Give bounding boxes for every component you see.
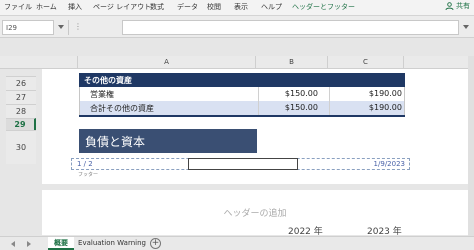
footer-center-section[interactable] [188,158,298,170]
tab-home[interactable]: ホーム [36,2,57,12]
vertical-scrollbar[interactable] [468,56,474,236]
tab-help[interactable]: ヘルプ [261,2,282,12]
table-bottom-border [79,115,405,117]
value-2023: $190.00 [368,89,402,98]
row-header-30[interactable]: 30 [6,130,36,164]
name-box-dropdown-icon[interactable] [58,25,64,29]
value-2022: $150.00 [284,89,318,98]
cancel-icon[interactable]: ⋮ [74,22,86,31]
cell-divider [329,87,330,101]
tab-insert[interactable]: 挿入 [68,2,82,12]
table-header-other-assets[interactable]: その他の資産 [79,73,405,87]
column-header-b[interactable]: B [256,56,328,69]
name-box[interactable]: I29 [2,20,54,35]
footer-label: フッター [78,172,99,178]
sheet-tab-bar: 概要 Evaluation Warning + [0,236,474,250]
row-label: 営業権 [90,90,114,99]
tab-view[interactable]: 表示 [234,2,248,12]
ribbon-tab-bar: ファイル ホーム 挿入 ページ レイアウト 数式 データ 校閲 表示 ヘルプ ヘ… [0,0,474,16]
cell-divider [329,101,330,115]
footer-date[interactable]: 1/9/2023 [374,160,405,168]
select-all-corner[interactable] [0,56,78,69]
tab-file[interactable]: ファイル [4,2,32,12]
formula-input[interactable] [122,20,459,35]
formula-bar-divider [68,20,69,35]
tab-page-layout[interactable]: ページ レイアウト [93,2,151,12]
section-title-liabilities-equity[interactable]: 負債と資本 [79,129,257,153]
next-sheet-icon[interactable] [27,241,31,247]
page-layout-page-1: その他の資産 営業権 $150.00 $190.00 合計その他の資産 $150… [42,69,468,184]
row-header-28[interactable]: 28 [6,104,36,118]
add-header-placeholder[interactable]: ヘッダーの追加 [42,206,468,219]
row-header-27[interactable]: 27 [6,90,36,104]
formula-bar-icons: ⋮ [74,22,86,31]
column-header-bar: A B C [0,56,474,69]
add-sheet-button[interactable]: + [150,238,161,249]
sheet-tab-overview[interactable]: 概要 [48,237,74,250]
column-header-a[interactable]: A [78,56,256,69]
row-header-strip: 26 27 28 29 30 [0,69,42,235]
share-label: 共有 [456,2,470,10]
row-header-26[interactable]: 26 [6,76,36,90]
excel-window: ファイル ホーム 挿入 ページ レイアウト 数式 データ 校閲 表示 ヘルプ ヘ… [0,0,474,250]
tab-data[interactable]: データ [177,2,198,12]
share-icon [445,2,454,10]
share-button[interactable]: 共有 [445,1,470,11]
expand-formula-bar-icon[interactable] [463,25,469,29]
value-2023: $190.00 [368,103,402,112]
tab-formulas[interactable]: 数式 [150,2,164,12]
page-layout-page-2: ヘッダーの追加 2022 年 2023 年 [42,190,468,237]
formula-bar: I29 ⋮ [0,16,474,38]
column-header-c[interactable]: C [328,56,404,69]
footer-page-number[interactable]: 1 / 2 [77,160,93,168]
tab-header-footer[interactable]: ヘッダーとフッター [292,2,355,12]
tab-review[interactable]: 校閲 [207,2,221,12]
footer-area[interactable]: 1 / 2 1/9/2023 [71,158,410,170]
table-row[interactable]: 営業権 $150.00 $190.00 [79,87,405,101]
sheet-tab-evaluation-warning[interactable]: Evaluation Warning [78,237,146,250]
row-label: 合計その他の資産 [90,104,154,113]
row-header-29[interactable]: 29 [6,118,36,130]
table-row-total[interactable]: 合計その他の資産 $150.00 $190.00 [79,101,405,115]
prev-sheet-icon[interactable] [11,241,15,247]
value-2022: $150.00 [284,103,318,112]
